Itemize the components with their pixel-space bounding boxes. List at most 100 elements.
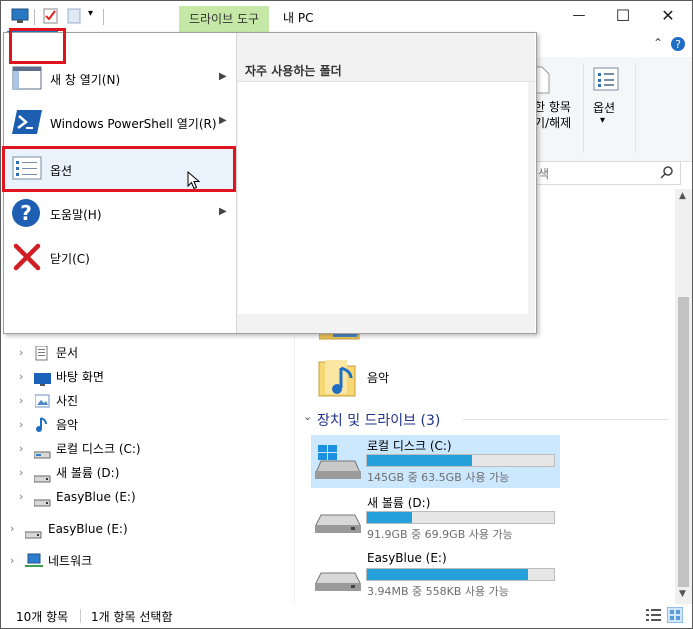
frequent-folders-pane: 자주 사용하는 폴더 [237,33,535,333]
drive-icon [33,493,51,507]
drive-c-free-text: 145GB 중 63.5GB 사용 가능 [367,471,510,484]
desktop-icon [34,371,51,386]
network-icon [25,553,43,567]
chevron-right-icon[interactable]: › [19,486,29,508]
close-button[interactable]: ✕ [653,5,683,29]
menu-item-close[interactable]: 닫기(C) [4,235,236,279]
large-icons-view-icon[interactable] [666,606,684,626]
nav-label-music: 음악 [56,418,79,432]
properties-icon[interactable] [43,8,59,27]
devices-group-header[interactable]: 장치 및 드라이브 (3) [317,410,440,430]
chevron-right-icon[interactable]: › [19,462,29,484]
chevron-right-icon[interactable]: › [19,342,29,364]
drive-icon [33,445,51,459]
nav-label-desktop: 바탕 화면 [56,370,104,384]
music-folder-label[interactable]: 음악 [367,369,389,386]
menu-label-powershell: Windows PowerShell 열기(R) [50,117,217,131]
maximize-button[interactable]: ☐ [608,5,638,29]
search-box[interactable]: 색 [535,161,681,185]
nav-item-desktop[interactable]: › 바탕 화면 [1,366,294,388]
nav-item-drive-e[interactable]: › EasyBlue (E:) [1,486,294,508]
frequent-folders-title: 자주 사용하는 폴더 [245,64,342,78]
mouse-cursor-icon [187,170,201,194]
powershell-icon [12,109,42,138]
drive-e-name: EasyBlue (E:) [367,551,447,565]
nav-item-music[interactable]: › 음악 [1,414,294,436]
menu-label-new-window: 새 창 열기(N) [50,73,121,87]
nav-item-drive-d[interactable]: › 새 볼륨 (D:) [1,462,294,484]
scroll-down-arrow-icon[interactable]: ▼ [679,589,686,599]
music-folder-icon[interactable] [317,356,361,403]
search-icon [660,165,674,182]
drive-icon [24,525,42,539]
drive-c-usage-fill [367,455,472,466]
group-collapse-icon[interactable]: ⌄ [303,410,312,423]
new-folder-icon[interactable] [67,8,81,27]
ribbon-collapse-icon[interactable]: ⌃ [653,36,663,50]
pin-label-line1: 한 항목 [534,100,571,114]
submenu-arrow-icon: ▶ [219,115,227,126]
chevron-right-icon[interactable]: › [10,518,20,540]
drive-d-tile[interactable]: 새 볼륨 (D:) 91.9GB 중 69.9GB 사용 가능 [311,491,560,544]
quick-access-divider [34,9,35,25]
ribbon-panel: 한 항목 기/해제 옵션 ▾ [534,57,692,162]
nav-item-drive-c[interactable]: › 로컬 디스크 (C:) [1,438,294,460]
drive-c-tile[interactable]: 로컬 디스크 (C:) 145GB 중 63.5GB 사용 가능 [311,435,560,488]
nav-item-pictures[interactable]: › 사진 [1,390,294,412]
help-round-icon[interactable]: ? [670,36,686,55]
drive-e-tile[interactable]: EasyBlue (E:) 3.94MB 중 558KB 사용 가능 [311,547,560,600]
status-bar: 10개 항목 1개 항목 선택함 [1,604,692,628]
drive-c-name: 로컬 디스크 (C:) [367,439,452,453]
ribbon-divider-2 [635,63,636,153]
menu-item-new-window[interactable]: 새 창 열기(N) ▶ [4,59,236,103]
customize-toolbar-icon[interactable]: ▾ [88,8,93,19]
drive-c-usage-bar [366,454,555,467]
minimize-button[interactable]: — [564,5,594,29]
nav-root-network[interactable]: › 네트워크 [1,550,294,572]
scroll-up-arrow-icon[interactable]: ▲ [679,191,686,201]
window-title: 내 PC [283,11,314,25]
pin-quick-access-label[interactable]: 한 항목 기/해제 [534,99,584,131]
explorer-window: ▾ 드라이브 도구 내 PC — ☐ ✕ ⌃ ? 한 항목 기/해제 옵션 ▾ … [0,0,693,629]
chevron-right-icon[interactable]: › [19,366,29,388]
options-dropdown-arrow[interactable]: ▾ [600,115,605,126]
drive-icon [33,469,51,483]
ribbon-divider [583,63,584,153]
nav-label-drive-c: 로컬 디스크 (C:) [56,442,141,456]
group-divider [463,419,668,420]
drive-d-usage-bar [366,511,555,524]
drive-d-icon [314,513,362,538]
drive-e-free-text: 3.94MB 중 558KB 사용 가능 [367,585,509,598]
close-x-icon [13,243,41,274]
submenu-arrow-icon: ▶ [219,206,227,217]
nav-root-drive-e[interactable]: › EasyBlue (E:) [1,518,294,540]
nav-label-documents: 문서 [56,346,79,360]
pin-label-line2: 기/해제 [534,116,572,130]
drive-d-name: 새 볼륨 (D:) [367,496,431,510]
chevron-right-icon[interactable]: › [10,550,20,572]
menu-item-powershell[interactable]: Windows PowerShell 열기(R) ▶ [4,101,236,145]
status-item-count: 10개 항목 [16,610,69,624]
highlight-file-tab [9,28,66,64]
svg-text:?: ? [20,201,32,225]
drive-d-free-text: 91.9GB 중 69.9GB 사용 가능 [367,528,513,541]
pictures-icon [34,394,51,408]
drive-e-usage-bar [366,568,555,581]
menu-label-close: 닫기(C) [50,252,90,266]
nav-label-drive-e: EasyBlue (E:) [56,490,136,504]
nav-item-documents[interactable]: › 문서 [1,342,294,364]
options-ribbon-button[interactable]: 옵션 [593,99,615,116]
menu-item-help[interactable]: ? 도움말(H) ▶ [4,191,236,235]
title-bar: ▾ 드라이브 도구 내 PC — ☐ ✕ [1,1,692,33]
help-icon: ? [11,198,41,231]
status-selection: 1개 항목 선택함 [91,610,173,624]
chevron-right-icon[interactable]: › [19,414,29,436]
chevron-right-icon[interactable]: › [19,438,29,460]
options-large-icon[interactable] [593,67,619,96]
details-view-icon[interactable] [646,608,662,625]
search-placeholder: 색 [538,167,550,181]
tab-drive-tools[interactable]: 드라이브 도구 [179,6,269,33]
windows-drive-icon [314,445,362,484]
scrollbar-thumb[interactable] [678,297,689,587]
chevron-right-icon[interactable]: › [19,390,29,412]
